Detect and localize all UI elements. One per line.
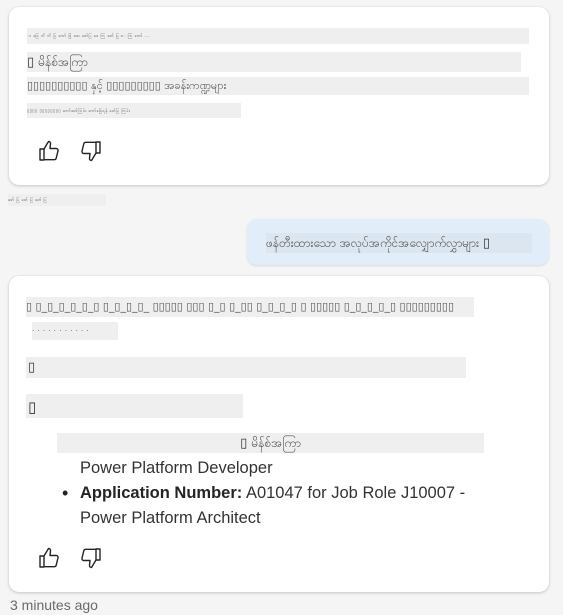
list-item-continuation: Power Platform Developer <box>80 459 273 477</box>
like-button[interactable] <box>36 138 62 164</box>
garbled-text-line: ▯ <box>26 357 466 378</box>
application-list: Application Number: A01047 for Job Role … <box>58 481 498 531</box>
dislike-button[interactable] <box>78 545 104 571</box>
garbled-text-line: ▯▯▯▯▯▯▯▯▯▯ နှင့် ▯▯▯▯▯▯▯▯▯ အခန်းကဏ္ဍများ <box>27 77 529 95</box>
thumb-up-icon <box>39 140 59 161</box>
dislike-button[interactable] <box>78 138 104 164</box>
thumb-down-icon <box>81 141 101 162</box>
like-button[interactable] <box>36 545 62 571</box>
mission-label: ▯ မိန်စ်အကြာ <box>57 433 484 453</box>
user-message-text: ဖန်တီးထားသော အလုပ်အကိုင်အလျှောက်လွှာများ… <box>266 233 532 253</box>
assistant-message-card: ▯ ▯_▯_▯_▯_▯_▯ ▯_▯_▯_▯_ ▯▯▯▯▯ ▯▯▯ ▯_▯ ▯_▯… <box>9 276 549 592</box>
garbled-text-line: ▯▯▯▯ ▯▯▯▯▯▯▯▯ ကော်ဖော်ကြမ်း ကော်ဖြေရန် ဖ… <box>27 103 241 118</box>
glyph-icon: ▯ <box>27 55 39 70</box>
glyph-icon: ▯ <box>240 436 252 451</box>
user-message-bubble: ဖန်တီးထားသော အလုပ်အကိုင်အလျှောက်လွှာများ… <box>247 219 549 265</box>
message-timestamp: 3 minutes ago <box>10 597 98 613</box>
garbled-text-line: ာ ဖြေ ကိ ကိ ပြ ကော် ဖြုံ ဖော ဖော်ပြ ဖေ က… <box>27 28 529 44</box>
garbled-text-line: · · · · · · · · · · · <box>32 322 118 340</box>
mission-label: ▯ မိန်စ်အကြာ <box>27 52 521 72</box>
garbled-text-line: ▯ ▯_▯_▯_▯_▯_▯ ▯_▯_▯_▯_ ▯▯▯▯▯ ▯▯▯ ▯_▯ ▯_▯… <box>26 297 474 317</box>
garbled-text-line: ▯ <box>26 394 243 418</box>
list-item: Application Number: A01047 for Job Role … <box>58 481 498 531</box>
thumb-down-icon <box>81 548 101 569</box>
thumb-up-icon <box>39 547 59 568</box>
message-meta-text: ဖော် ပြ ဖော် ပြ ဖော် ပြ <box>8 194 106 206</box>
assistant-message-card: ာ ဖြေ ကိ ကိ ပြ ကော် ဖြုံ ဖော ဖော်ပြ ဖေ က… <box>9 7 549 185</box>
